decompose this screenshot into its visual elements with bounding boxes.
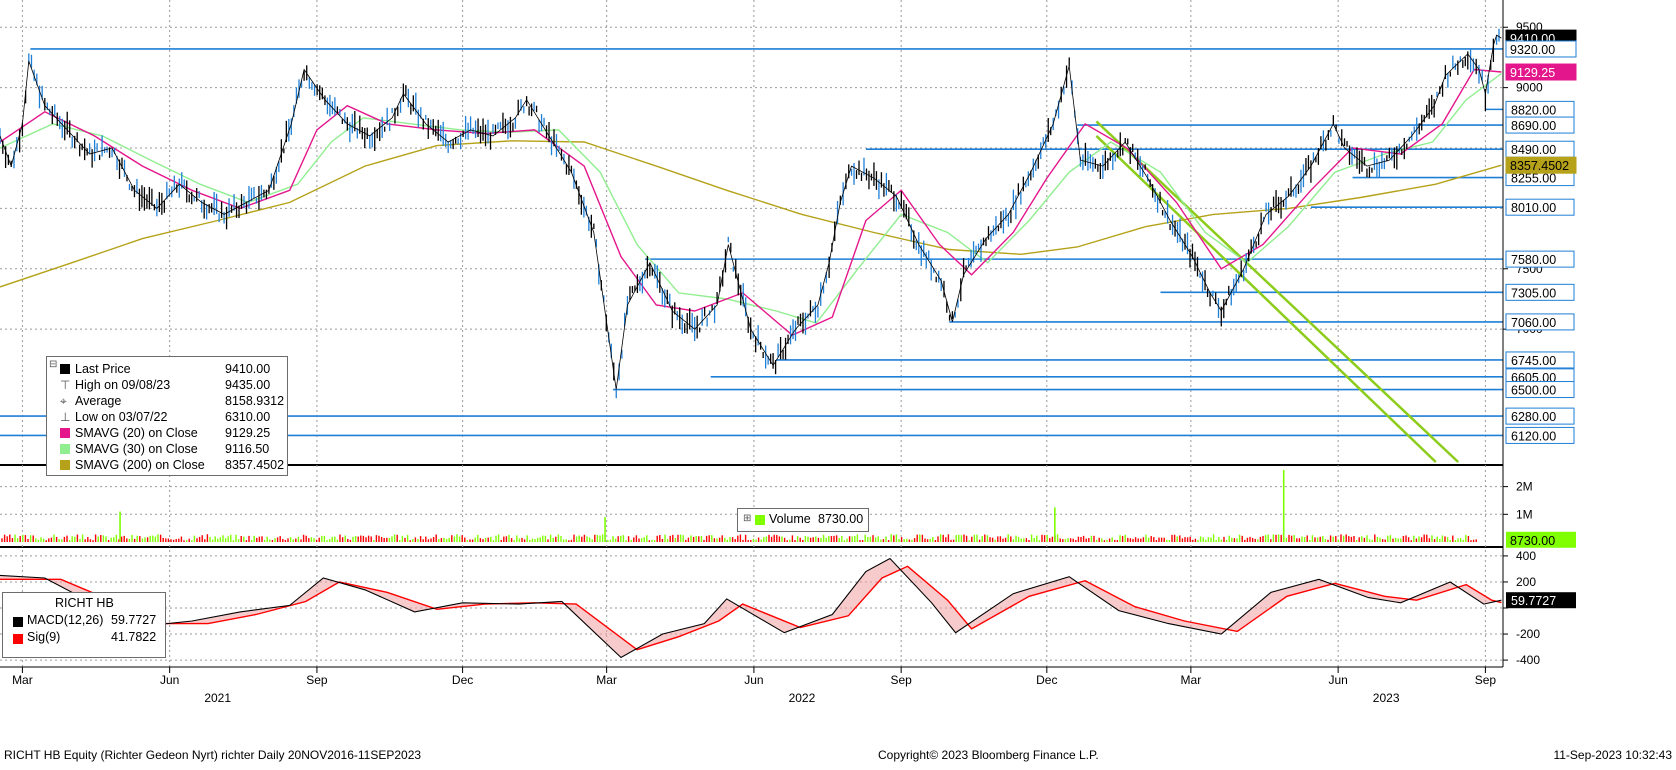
high-marker-icon: ⊤ [60,378,71,392]
month-tick-label: Mar [12,673,33,687]
price-legend: Last Price 9410.00 ⊤ High on 09/08/23 9435.0… [46,356,288,476]
legend-swatch [60,428,70,438]
signal-legend-value: 41.7822 [111,630,157,644]
level-tag-label: 8690.00 [1511,119,1556,133]
signal-legend-label: Sig(9) [27,630,61,644]
price-legend-label: SMAVG (30) on Close [75,442,198,456]
month-tick-label: Jun [1328,673,1347,687]
price-legend-row: SMAVG (30) on Close 9116.50 [47,441,287,457]
chart-stage: Mar Jun Sep Dec Mar Jun Sep Dec Mar Jun Sep 2021 202… [0,0,1676,765]
price-legend-value: 9435.00 [225,378,271,392]
macd-tick-label: 400 [1516,549,1536,563]
volume-value-tag-label: 8730.00 [1510,534,1555,548]
volume-legend: ⊞ Volume 8730.00 [737,508,869,532]
price-legend-label: Low on 03/07/22 [75,410,168,424]
macd-legend-value: 59.7727 [111,613,157,627]
price-layer [0,28,1502,399]
price-legend-label: High on 09/08/23 [75,378,171,392]
price-legend-row: SMAVG (200) on Close 8357.4502 [47,457,287,473]
price-legend-value: 9129.25 [225,426,271,440]
price-legend-row: ⊥ Low on 03/07/22 6310.00 [47,409,287,425]
trend-line [1095,135,1437,463]
level-tag-label: 8010.00 [1511,201,1556,215]
level-tag-label: 7305.00 [1511,286,1556,300]
month-tick-label: Jun [160,673,179,687]
macd-value-tag-label: 59.7727 [1511,594,1556,608]
volume-legend-swatch [755,515,765,525]
level-tag-label: 6280.00 [1511,410,1556,424]
year-label: 2023 [1373,691,1400,705]
price-legend-row: ⊤ High on 09/08/23 9435.00 [47,377,287,393]
footer-copyright: Copyright© 2023 Bloomberg Finance L.P. [878,748,1099,762]
price-legend-label: SMAVG (20) on Close [75,426,198,440]
price-legend-row: Last Price 9410.00 [47,361,287,377]
volume-legend-toggle-icon[interactable]: ⊞ [743,513,751,524]
macd-tick-label: -400 [1516,653,1540,667]
month-tick-label: Dec [1036,673,1057,687]
value-tag-label: 9129.25 [1510,66,1555,80]
macd-panel-label: RICHT HB [55,596,114,610]
price-legend-label: SMAVG (200) on Close [75,458,205,472]
macd-tick-label: 200 [1516,575,1536,589]
month-tick-label: Sep [890,673,912,687]
price-legend-row: ⌖ Average 8158.9312 [47,393,287,409]
value-tag-label: 9320.00 [1510,43,1555,57]
macd-tick-label: -200 [1516,627,1540,641]
average-marker-icon: ⌖ [60,394,67,408]
price-legend-value: 9116.50 [225,442,270,456]
year-label: 2021 [204,691,231,705]
legend-swatch [60,444,70,454]
low-marker-icon: ⊥ [60,410,71,424]
axes-layer: Mar Jun Sep Dec Mar Jun Sep Dec Mar Jun Sep 2021 202… [0,0,1543,705]
price-legend-value: 8357.4502 [225,458,285,472]
footer-timestamp: 11-Sep-2023 10:32:43 [1553,748,1672,762]
legend-swatch [60,364,70,374]
price-legend-row: SMAVG (20) on Close 9129.25 [47,425,287,441]
price-legend-value: 8158.9312 [225,394,285,408]
volume-legend-value: 8730.00 [818,512,864,526]
month-tick-label: Dec [452,673,473,687]
value-tag-label: 8357.4502 [1510,159,1569,173]
price-legend-value: 6310.00 [225,410,271,424]
month-tick-label: Mar [596,673,617,687]
volume-legend-label: Volume [769,512,811,526]
volume-tick-label: 2M [1516,480,1533,494]
level-tag-label: 8490.00 [1511,143,1556,157]
macd-legend: RICHT HB MACD(12,26) 59.7727 Sig(9) 41.7… [2,592,166,658]
footer-security-info: RICHT HB Equity (Richter Gedeon Nyrt) ri… [4,748,422,762]
price-legend-value: 9410.00 [225,362,271,376]
macd-legend-swatch [13,617,23,627]
level-tag-label: 6120.00 [1511,429,1556,443]
price-legend-label: Average [75,394,122,408]
legend-collapse-icon[interactable]: ⊟ [49,359,57,370]
month-tick-label: Mar [1181,673,1202,687]
year-label: 2022 [789,691,816,705]
legend-swatch [60,460,70,470]
level-tag-label: 7580.00 [1511,253,1556,267]
axis-tag-layer: 9320.008820.008690.008490.008255.008010.… [1505,29,1577,609]
price-tick-label: 9000 [1516,81,1543,95]
price-series-group [0,28,1502,399]
level-tag-label: 6500.00 [1511,384,1556,398]
level-tag-label: 8820.00 [1511,103,1556,117]
level-tag-label: 7060.00 [1511,316,1556,330]
signal-legend-swatch [13,634,23,644]
macd-legend-label: MACD(12,26) [27,613,104,627]
volume-tick-label: 1M [1516,507,1533,521]
grid-layer [0,0,1503,667]
price-legend-label: Last Price [75,362,131,376]
month-tick-label: Jun [744,673,763,687]
month-tick-label: Sep [1475,673,1497,687]
level-tag-label: 6745.00 [1511,354,1556,368]
month-tick-label: Sep [306,673,328,687]
